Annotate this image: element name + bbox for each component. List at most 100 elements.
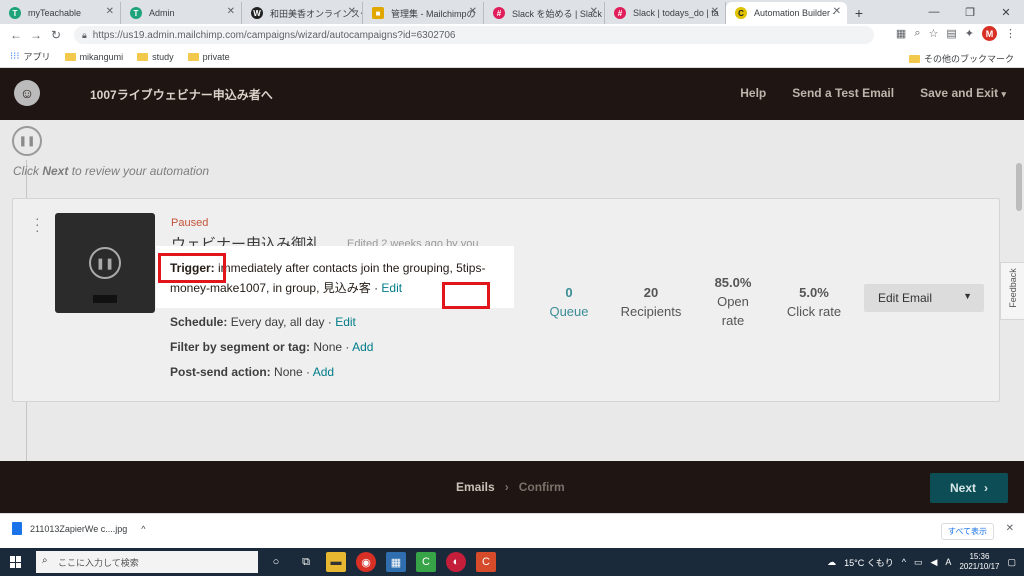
post-send-add-link[interactable]: Add <box>313 365 334 379</box>
browser-tab[interactable]: ■ 管理集 - Mailchimpの ✕ <box>363 2 484 24</box>
bookmark-folder[interactable]: mikangumi <box>64 52 123 62</box>
close-icon[interactable]: ✕ <box>348 6 356 17</box>
network-icon[interactable]: ▭ <box>914 557 923 568</box>
stat-recipients: 20 Recipients <box>620 285 682 319</box>
close-window-icon[interactable]: ✕ <box>988 0 1024 24</box>
close-icon[interactable]: ✕ <box>227 6 235 17</box>
browser-tab[interactable]: # Slack | todays_do | ta ✕ <box>605 2 726 24</box>
header-actions: Help Send a Test Email Save and Exit ▾ <box>740 86 1006 100</box>
cortana-icon[interactable]: ○ <box>266 552 286 572</box>
browser-toolbar: ← → ↻ 🔒︎ https://us19.admin.mailchimp.co… <box>0 24 1024 46</box>
trigger-edit-link[interactable]: Edit <box>381 281 402 295</box>
close-icon[interactable]: ✕ <box>469 6 477 17</box>
profile-avatar[interactable]: M <box>982 26 997 41</box>
folder-icon <box>187 52 199 61</box>
ime-icon[interactable]: A <box>945 557 951 567</box>
folder-icon <box>908 54 920 63</box>
apps-grid-icon: ⁝⁝⁝ <box>10 51 20 62</box>
browser-tab-active[interactable]: C Automation Builder - ✕ <box>726 2 847 24</box>
reload-icon[interactable]: ↻ <box>46 28 66 42</box>
clock[interactable]: 15:36 2021/10/17 <box>959 552 999 572</box>
file-explorer-icon[interactable]: ▬ <box>326 552 346 572</box>
scrollbar-thumb[interactable] <box>1016 163 1022 211</box>
app-icon[interactable]: ◐ <box>446 552 466 572</box>
stat-queue: 0 Queue <box>549 285 589 319</box>
menu-icon[interactable]: ⋮ <box>1005 27 1016 40</box>
bookmark-apps[interactable]: ⁝⁝⁝ アプリ <box>10 50 51 63</box>
browser-tab[interactable]: TmyTeachable ✕ <box>0 2 121 24</box>
chrome-icon[interactable]: ◉ <box>356 552 376 572</box>
wordpress-icon: W <box>251 7 263 19</box>
next-button[interactable]: Next › <box>930 473 1008 503</box>
volume-icon[interactable]: ◀ <box>931 557 938 568</box>
star-icon[interactable]: ☆ <box>929 27 939 40</box>
back-icon[interactable]: ← <box>6 28 26 42</box>
slack-icon: # <box>614 7 626 19</box>
task-view-icon[interactable]: ⧉ <box>296 552 316 572</box>
download-item[interactable]: 211013ZapierWe c....jpg ^ <box>12 522 145 535</box>
forward-icon[interactable]: → <box>26 28 46 42</box>
teachable-icon: T <box>9 7 21 19</box>
bookmark-folder[interactable]: study <box>137 52 174 62</box>
wizard-footer: Emails › Confirm Next › <box>0 461 1024 513</box>
bookmarks-bar: ⁝⁝⁝ アプリ mikangumi study private その他のブックマー… <box>0 46 1024 68</box>
close-icon[interactable]: ✕ <box>1006 523 1014 534</box>
chevron-down-icon: ▾ <box>1001 89 1006 99</box>
step-confirm[interactable]: Confirm <box>519 480 565 494</box>
notification-icon[interactable]: ▢ <box>1007 557 1016 568</box>
chevron-up-icon[interactable]: ^ <box>902 557 906 567</box>
folder-icon <box>64 52 76 61</box>
system-tray: ☁ 15°C くもり ^ ▭ ◀ A 15:36 2021/10/17 ▢ <box>827 552 1016 572</box>
email-thumbnail[interactable]: ❚❚ <box>55 213 155 313</box>
lock-icon: 🔒︎ <box>82 29 87 40</box>
address-bar[interactable]: 🔒︎ https://us19.admin.mailchimp.com/camp… <box>74 26 874 44</box>
pause-icon[interactable]: ❚❚ <box>12 126 42 156</box>
browser-tab[interactable]: T Admin ✕ <box>121 2 242 24</box>
app-icon[interactable]: C <box>476 552 496 572</box>
grid-icon[interactable]: ▦ <box>896 27 906 40</box>
camtasia-icon[interactable]: C <box>416 552 436 572</box>
help-link[interactable]: Help <box>740 86 766 100</box>
extension-icon[interactable]: ▤ <box>946 27 956 40</box>
bookmark-folder[interactable]: private <box>187 52 230 62</box>
step-emails[interactable]: Emails <box>456 480 495 494</box>
mailchimp-logo-icon[interactable]: ☺ <box>14 80 40 106</box>
schedule-edit-link[interactable]: Edit <box>335 315 356 329</box>
zoom-icon[interactable]: ⌕ <box>914 27 920 40</box>
taskbar-search[interactable]: ⌕ ここに入力して検索 <box>36 551 258 573</box>
save-and-exit-button[interactable]: Save and Exit ▾ <box>920 86 1006 100</box>
filter-row: Filter by segment or tag: None · Add <box>170 340 374 354</box>
close-icon[interactable]: ✕ <box>106 6 114 17</box>
stat-click-rate: 5.0% Click rate <box>786 285 842 319</box>
show-all-downloads-button[interactable]: すべて表示 <box>940 523 994 540</box>
thumbnail-button-shape <box>93 295 117 303</box>
close-icon[interactable]: ✕ <box>590 6 598 17</box>
pause-icon[interactable]: ❚❚ <box>89 247 121 279</box>
send-test-email-link[interactable]: Send a Test Email <box>792 86 894 100</box>
minimize-icon[interactable]: — <box>916 0 952 24</box>
edit-email-button[interactable]: Edit Email ▼ <box>864 284 984 312</box>
calendar-app-icon[interactable]: ▦ <box>386 552 406 572</box>
browser-tab[interactable]: W 和田美香オンラインスク ✕ <box>242 2 363 24</box>
teachable-icon: T <box>130 7 142 19</box>
filter-add-link[interactable]: Add <box>352 340 373 354</box>
browser-tab[interactable]: # Slack を始める | Slack ✕ <box>484 2 605 24</box>
maximize-icon[interactable]: ❐ <box>952 0 988 24</box>
download-shelf: 211013ZapierWe c....jpg ^ すべて表示 ✕ <box>0 513 1024 548</box>
review-hint: Click Next to review your automation <box>13 164 210 178</box>
chevron-down-icon: ▼ <box>963 291 972 301</box>
email-settings: Schedule: Every day, all day · Edit Filt… <box>170 310 373 385</box>
close-icon[interactable]: ✕ <box>833 6 841 17</box>
app-header: ☺ 1007ライブウェビナー申込み者へ Help Send a Test Ema… <box>0 68 1024 120</box>
windows-start-icon[interactable] <box>10 556 22 568</box>
wizard-steps: Emails › Confirm <box>456 480 565 494</box>
chevron-up-icon[interactable]: ^ <box>141 524 145 534</box>
other-bookmarks[interactable]: その他のブックマーク <box>908 52 1014 65</box>
close-icon[interactable]: ✕ <box>711 6 719 17</box>
more-options-icon[interactable]: · · · <box>35 211 40 237</box>
stat-open-rate: 85.0% Open rate <box>714 275 752 328</box>
weather-icon[interactable]: ☁ <box>827 557 836 568</box>
feedback-tab[interactable]: Feedback <box>1000 262 1024 320</box>
new-tab-button[interactable]: + <box>847 2 871 24</box>
puzzle-icon[interactable]: ✦ <box>965 27 974 40</box>
